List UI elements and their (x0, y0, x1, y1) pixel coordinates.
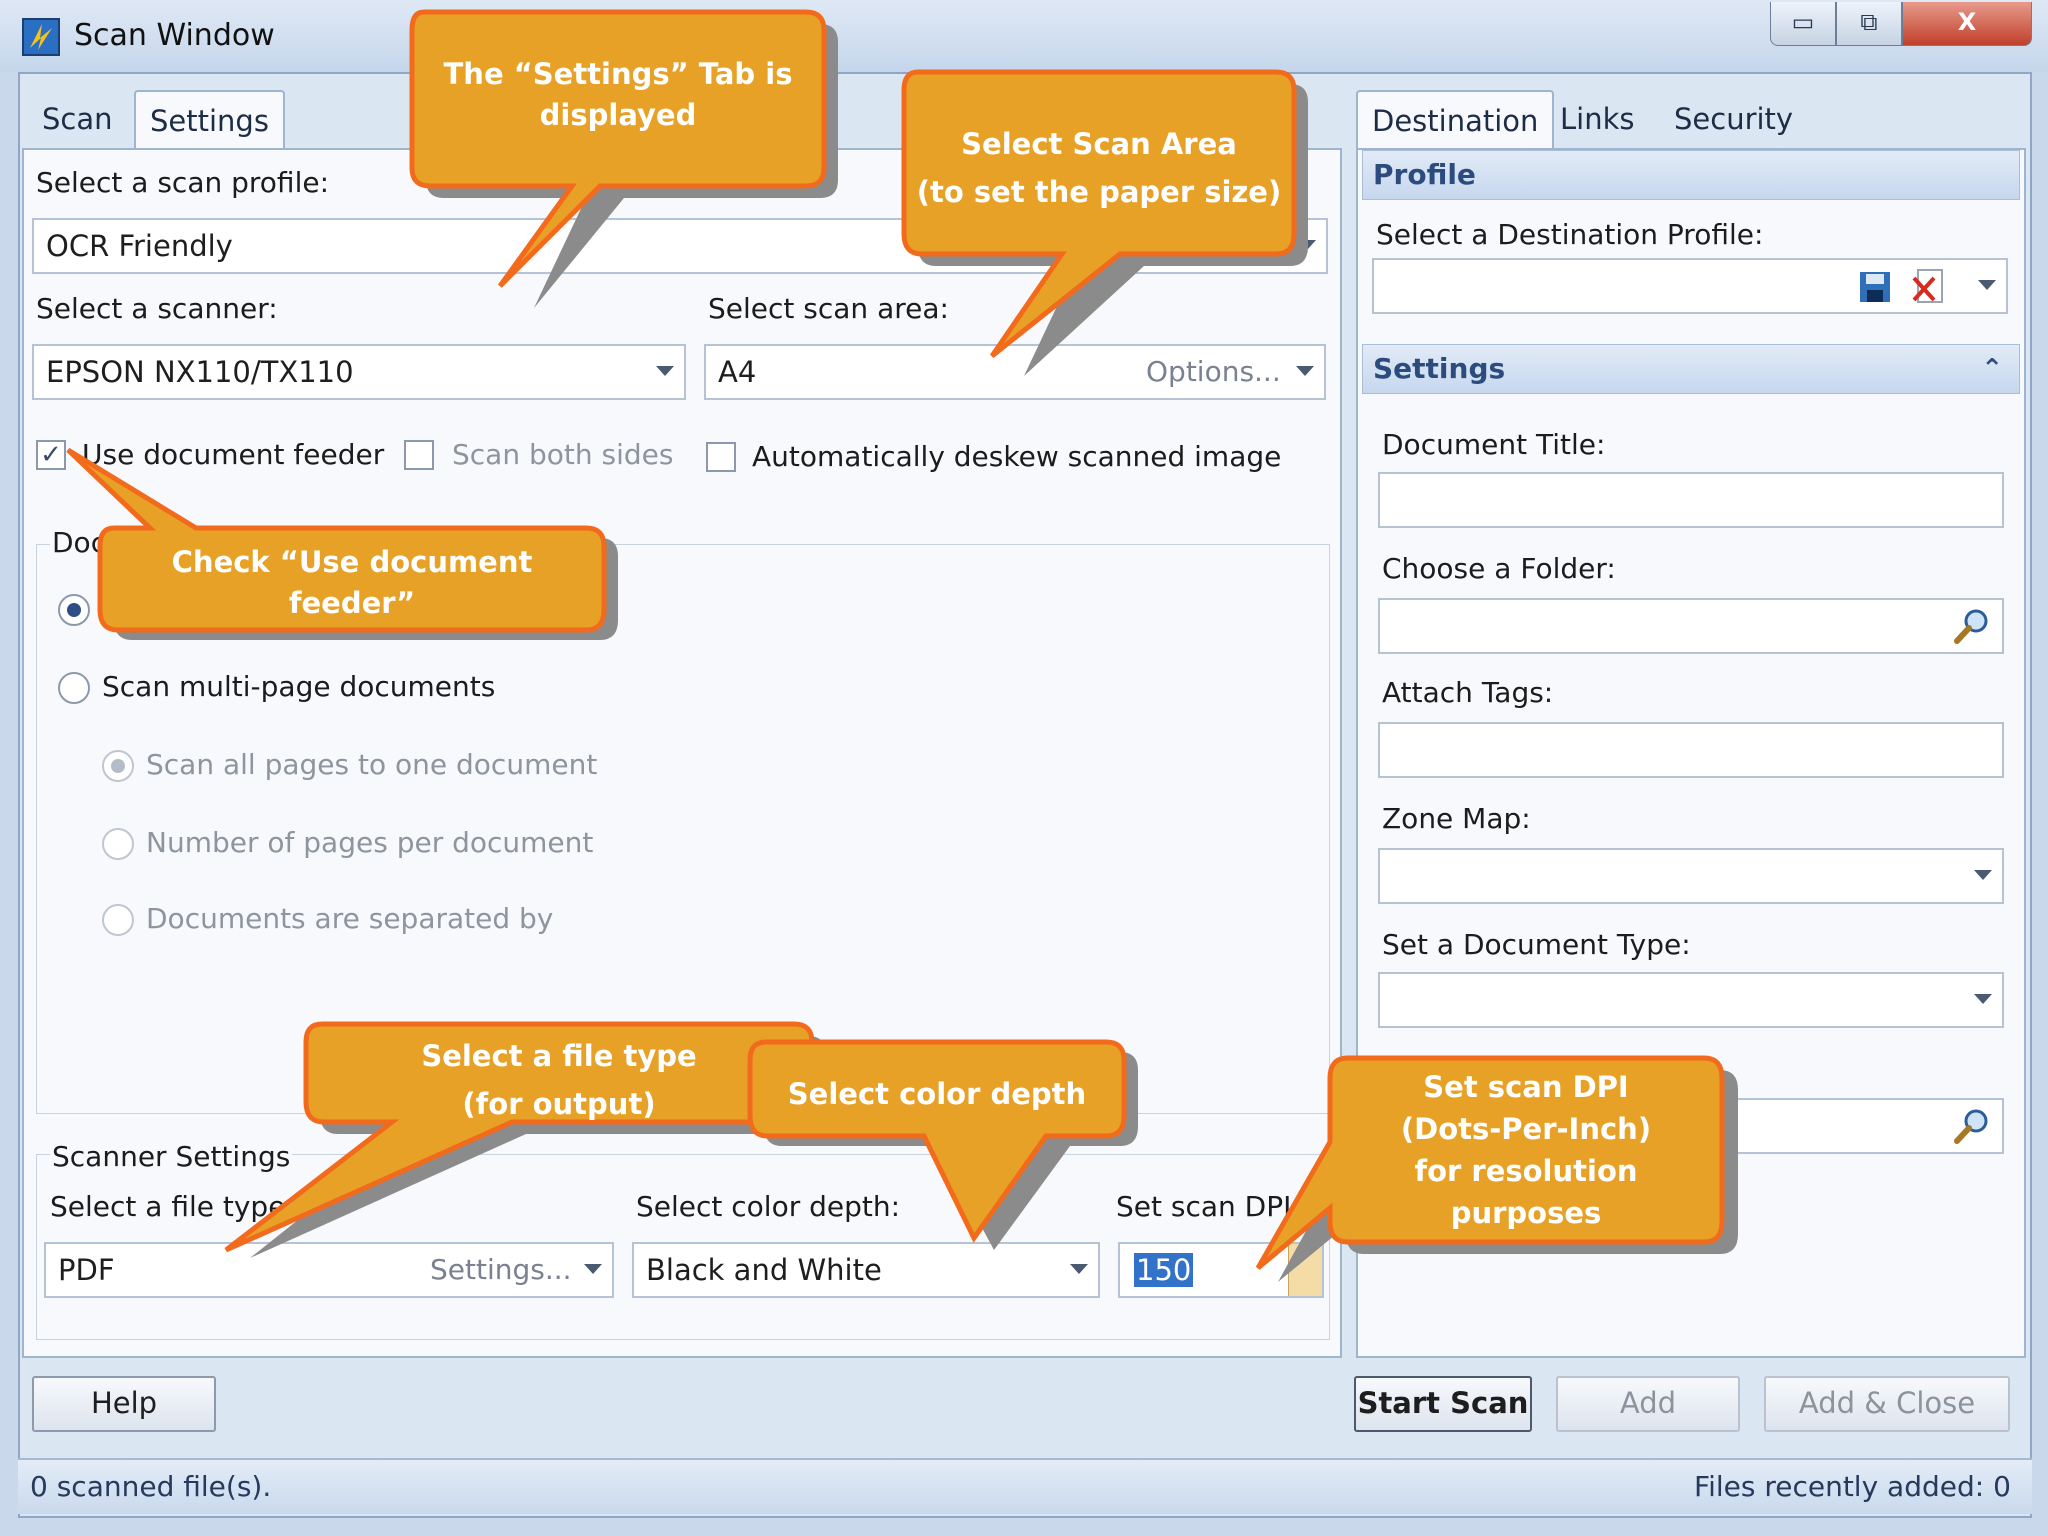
callouts-layer: .cb { fill: #e8a127; stroke: #f26a1b; st… (66, 9, 1738, 1282)
callout-color-depth-text: Select color depth (787, 1077, 1087, 1111)
callout-feeder-text: Check “Use document feeder” (171, 545, 533, 620)
callout-file-type-text: Select a file type (for output) (421, 1039, 697, 1121)
callout-dpi-text: Set scan DPI (Dots-Per-Inch) for resolut… (1400, 1070, 1652, 1230)
callout-settings-tab-text: The “Settings” Tab is displayed (443, 57, 793, 132)
callout-scan-area-text: Select Scan Area (to set the paper size) (916, 127, 1282, 209)
tab-destination[interactable]: Destination (1356, 90, 1555, 148)
tab-settings[interactable]: Settings (134, 90, 285, 148)
